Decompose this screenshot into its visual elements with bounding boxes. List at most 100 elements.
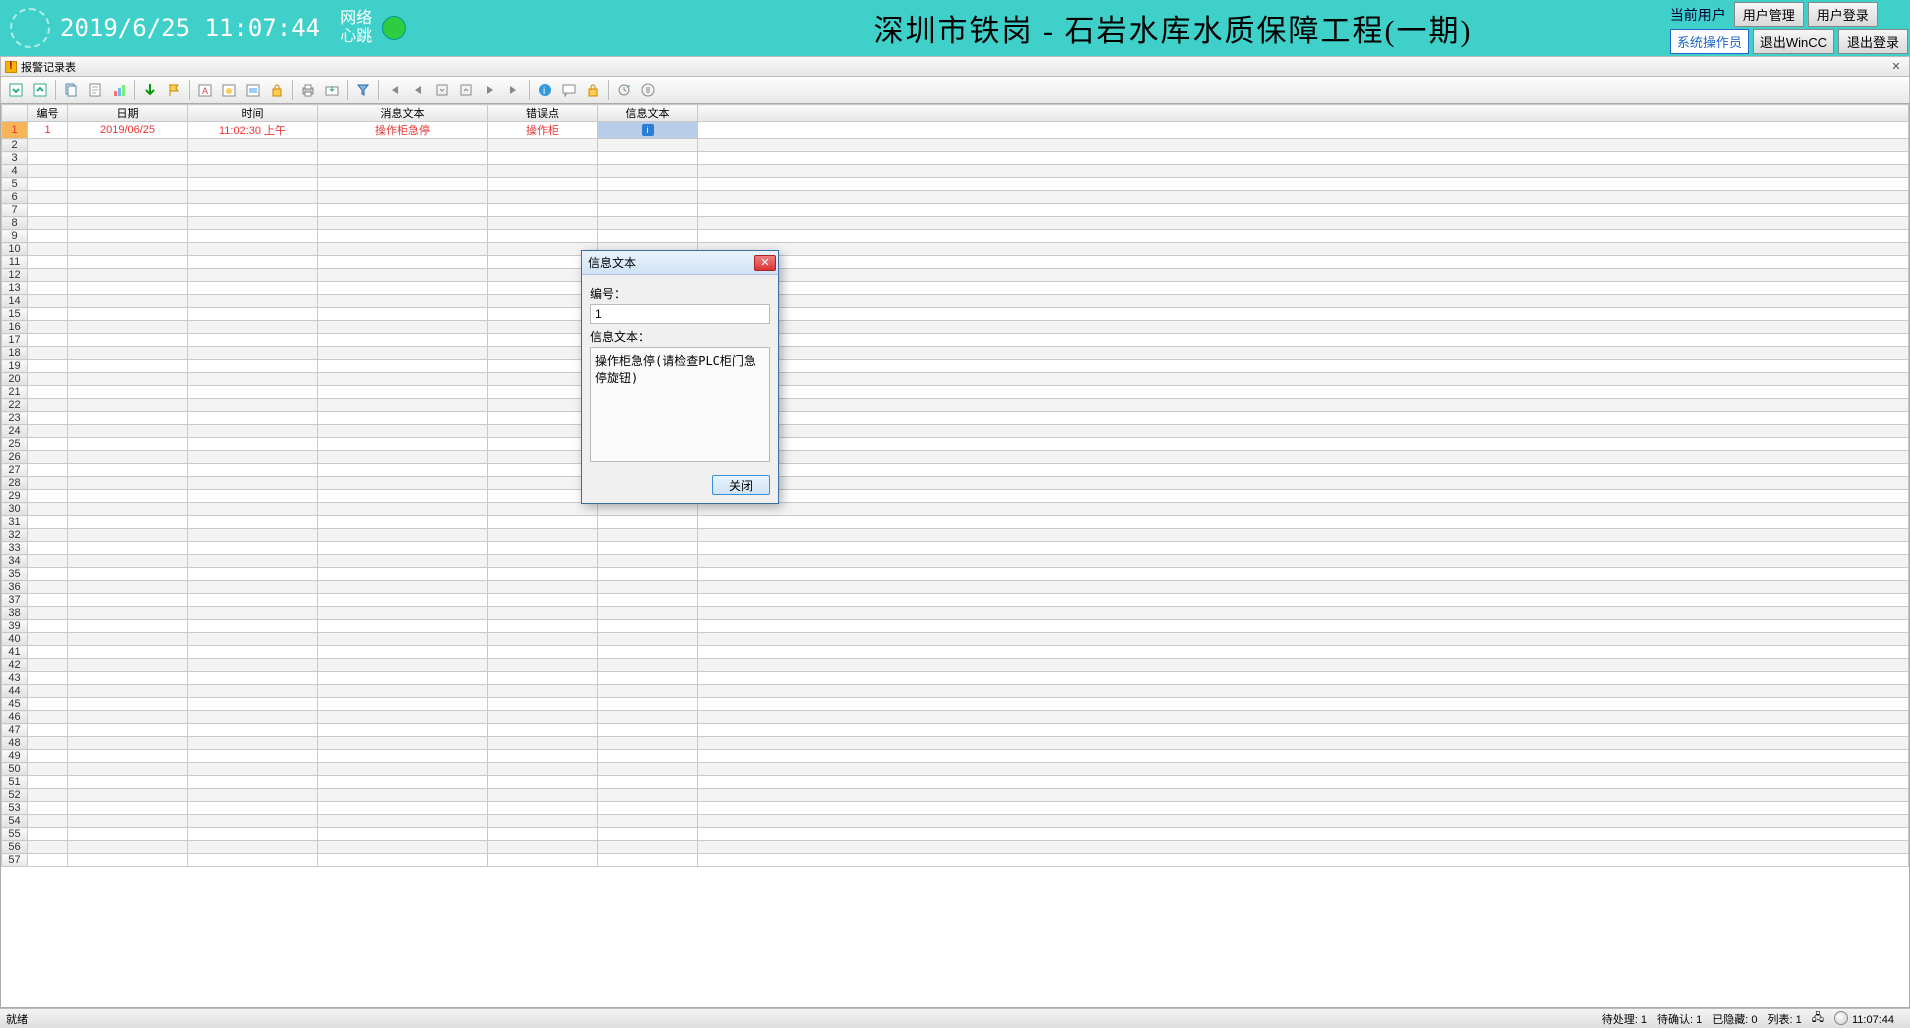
cell[interactable] <box>68 386 188 399</box>
cell[interactable] <box>698 542 1909 555</box>
cell[interactable] <box>318 217 488 230</box>
cell[interactable] <box>598 828 698 841</box>
cell[interactable] <box>488 178 598 191</box>
cell[interactable] <box>698 451 1909 464</box>
dialog-close-button[interactable]: ✕ <box>754 255 776 271</box>
cell[interactable] <box>68 542 188 555</box>
table-row[interactable]: 44 <box>2 685 1909 698</box>
cell[interactable] <box>698 347 1909 360</box>
cell[interactable] <box>318 178 488 191</box>
cell[interactable] <box>188 581 318 594</box>
cell[interactable] <box>188 568 318 581</box>
cell[interactable] <box>28 503 68 516</box>
cell[interactable] <box>188 282 318 295</box>
cell[interactable] <box>68 581 188 594</box>
table-row[interactable]: 14 <box>2 295 1909 308</box>
report-b-icon[interactable] <box>218 79 240 101</box>
cell[interactable] <box>188 659 318 672</box>
cell[interactable] <box>68 308 188 321</box>
cell[interactable] <box>188 165 318 178</box>
cell[interactable] <box>598 750 698 763</box>
row-header[interactable]: 9 <box>2 230 28 243</box>
cell[interactable] <box>28 178 68 191</box>
cell[interactable] <box>68 854 188 867</box>
cell[interactable] <box>188 152 318 165</box>
cell[interactable] <box>28 425 68 438</box>
cell[interactable] <box>698 750 1909 763</box>
row-header[interactable]: 43 <box>2 672 28 685</box>
cell[interactable] <box>28 347 68 360</box>
cell[interactable] <box>68 659 188 672</box>
table-row[interactable]: 21 <box>2 386 1909 399</box>
cell[interactable] <box>28 204 68 217</box>
table-row[interactable]: 31 <box>2 516 1909 529</box>
cell[interactable] <box>28 711 68 724</box>
table-row[interactable]: 8 <box>2 217 1909 230</box>
cell[interactable] <box>188 698 318 711</box>
cell[interactable] <box>318 243 488 256</box>
dialog-text-area[interactable] <box>590 347 770 462</box>
lock2-icon[interactable] <box>582 79 604 101</box>
cell[interactable] <box>318 347 488 360</box>
cell[interactable] <box>698 230 1909 243</box>
cell[interactable] <box>598 841 698 854</box>
cell[interactable] <box>188 620 318 633</box>
cell[interactable] <box>488 854 598 867</box>
cell[interactable] <box>318 529 488 542</box>
page-up-icon[interactable] <box>455 79 477 101</box>
table-row[interactable]: 30 <box>2 503 1909 516</box>
row-header[interactable]: 53 <box>2 802 28 815</box>
row-header[interactable]: 35 <box>2 568 28 581</box>
cell[interactable] <box>318 542 488 555</box>
export-icon[interactable] <box>321 79 343 101</box>
cell[interactable] <box>488 516 598 529</box>
cell[interactable] <box>698 828 1909 841</box>
cell[interactable] <box>698 763 1909 776</box>
dialog-id-field[interactable] <box>590 304 770 324</box>
user-login-button[interactable]: 用户登录 <box>1808 2 1878 27</box>
cell[interactable] <box>68 802 188 815</box>
table-row[interactable]: 17 <box>2 334 1909 347</box>
row-header[interactable]: 42 <box>2 659 28 672</box>
last-page-icon[interactable] <box>503 79 525 101</box>
cell[interactable] <box>68 841 188 854</box>
cell[interactable] <box>698 646 1909 659</box>
cell[interactable] <box>28 399 68 412</box>
cell[interactable] <box>488 815 598 828</box>
dialog-close-ok-button[interactable]: 关闭 <box>712 475 770 495</box>
row-header[interactable]: 37 <box>2 594 28 607</box>
cell[interactable] <box>188 763 318 776</box>
alarm-grid-container[interactable]: 编号 日期 时间 消息文本 错误点 信息文本 112019/06/2511:02… <box>0 104 1910 1008</box>
cell[interactable] <box>488 698 598 711</box>
cell[interactable] <box>28 542 68 555</box>
window-close-button[interactable]: ✕ <box>1887 60 1905 73</box>
row-header[interactable]: 12 <box>2 269 28 282</box>
cell[interactable] <box>28 451 68 464</box>
cell[interactable] <box>698 503 1909 516</box>
cell[interactable] <box>188 321 318 334</box>
row-header[interactable]: 56 <box>2 841 28 854</box>
cell[interactable] <box>698 620 1909 633</box>
row-header[interactable]: 57 <box>2 854 28 867</box>
cell[interactable] <box>598 191 698 204</box>
cell[interactable] <box>28 828 68 841</box>
cell[interactable] <box>28 854 68 867</box>
cell[interactable] <box>28 633 68 646</box>
logout-button[interactable]: 退出登录 <box>1838 29 1908 54</box>
cell[interactable] <box>68 438 188 451</box>
cell[interactable] <box>68 425 188 438</box>
cell[interactable] <box>318 256 488 269</box>
table-row[interactable]: 35 <box>2 568 1909 581</box>
row-header[interactable]: 44 <box>2 685 28 698</box>
cell[interactable] <box>188 815 318 828</box>
cell[interactable] <box>698 464 1909 477</box>
row-header[interactable]: 5 <box>2 178 28 191</box>
row-header[interactable]: 46 <box>2 711 28 724</box>
cell[interactable] <box>68 750 188 763</box>
cell[interactable] <box>68 477 188 490</box>
cell[interactable] <box>188 776 318 789</box>
table-row[interactable]: 50 <box>2 763 1909 776</box>
cell[interactable] <box>488 230 598 243</box>
cell[interactable] <box>318 399 488 412</box>
cell[interactable] <box>598 178 698 191</box>
